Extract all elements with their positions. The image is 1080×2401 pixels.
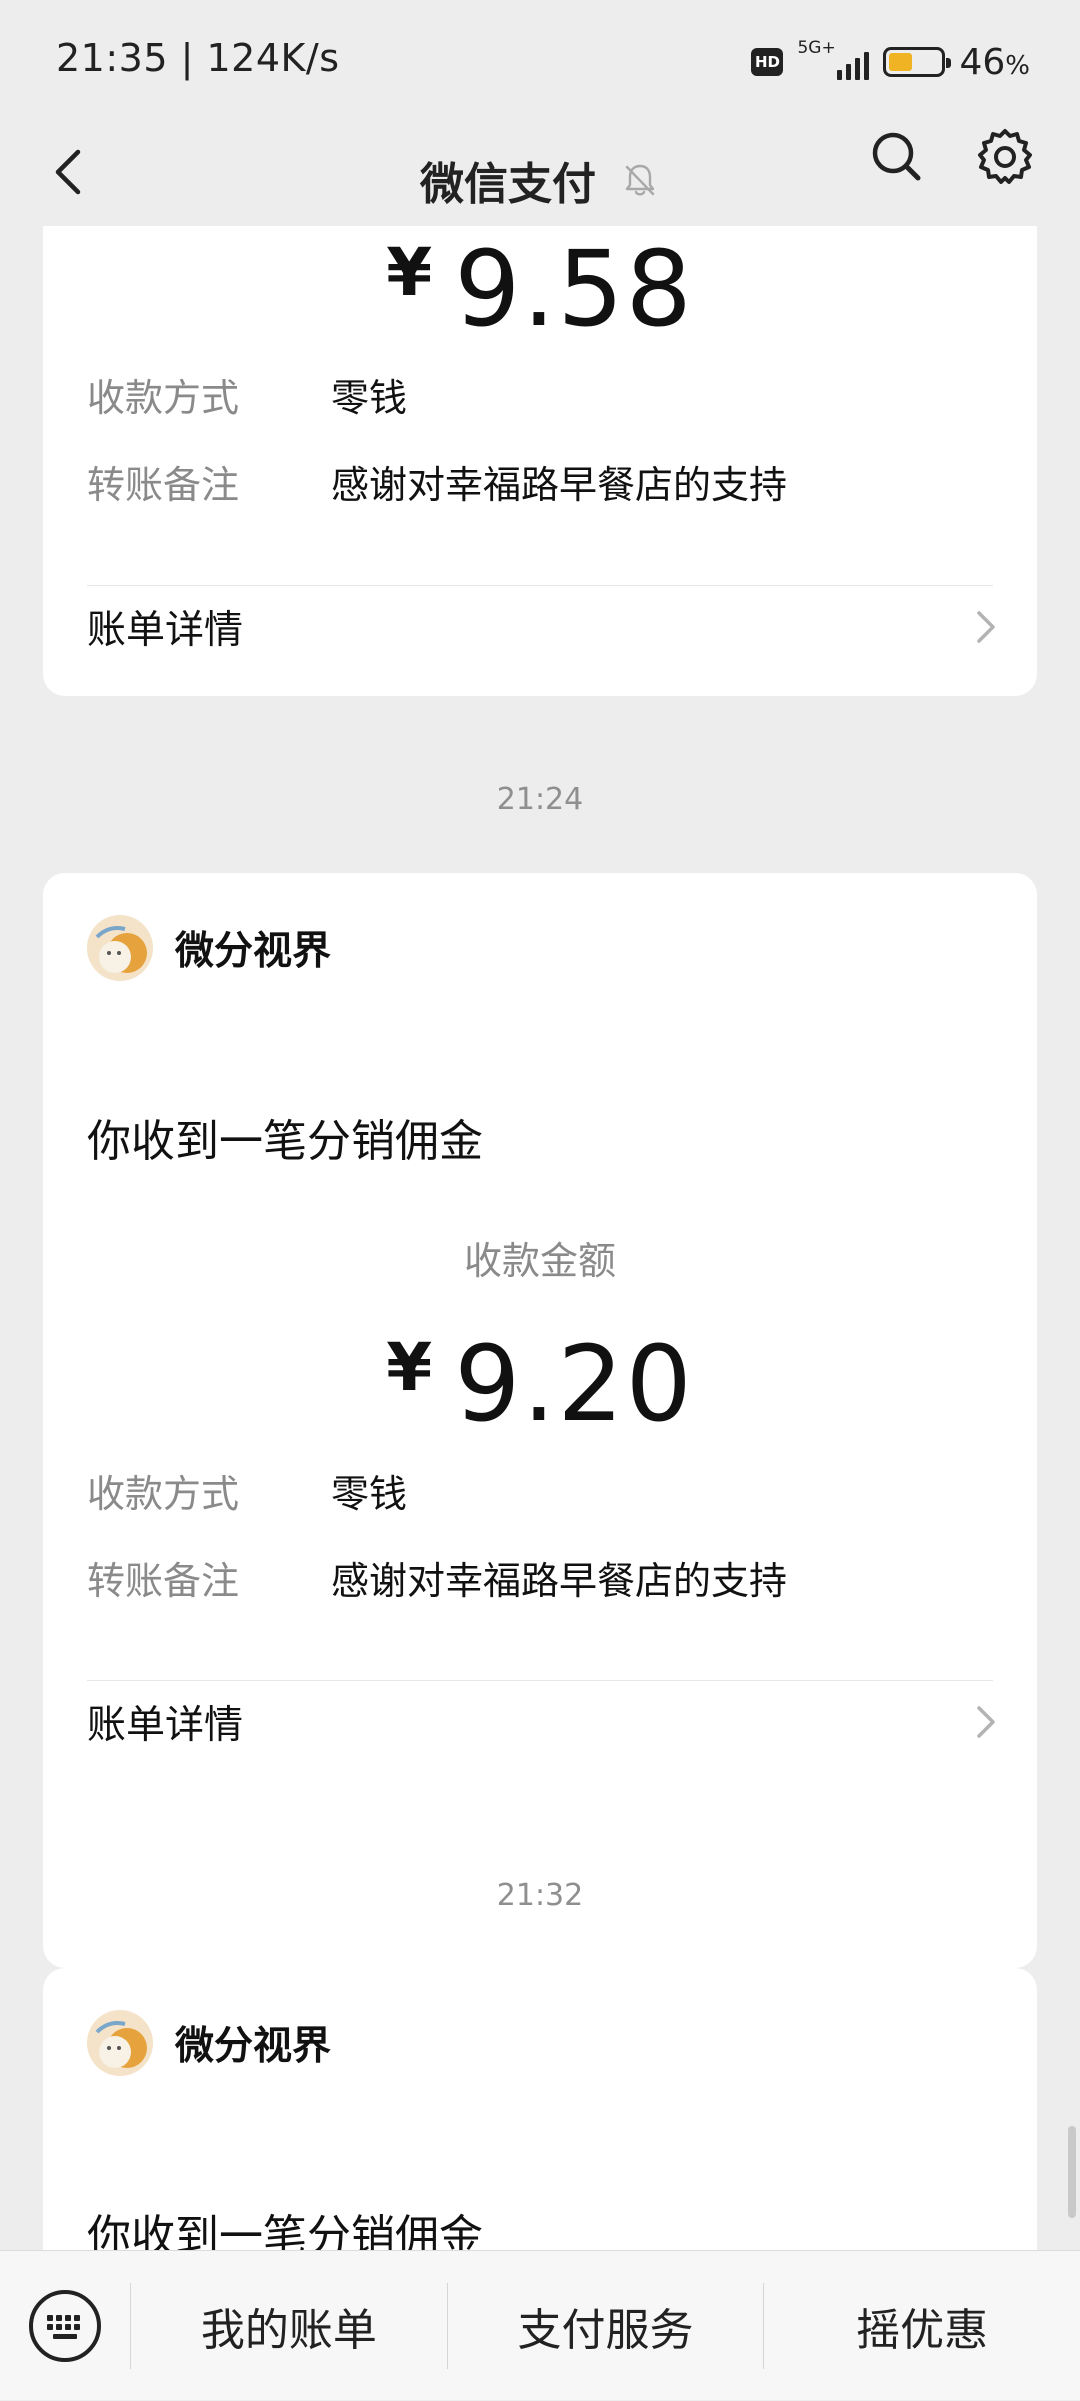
merchant-name: 微分视界 (175, 2024, 332, 2069)
message-list[interactable]: ¥9.58 收款方式 零钱 转账备注 感谢对幸福路早餐店的支持 账单详情 21:… (0, 226, 1080, 2250)
tab-my-bills[interactable]: 我的账单 (131, 2251, 447, 2401)
tab-payment-services[interactable]: 支付服务 (448, 2251, 764, 2401)
divider (87, 1680, 993, 1681)
transfer-note-row: 转账备注 感谢对幸福路早餐店的支持 (87, 462, 788, 507)
status-indicators: HD 5G+ 46% (751, 38, 1030, 86)
tab-shake-offers[interactable]: 摇优惠 (764, 2251, 1080, 2401)
transfer-note-row: 转账备注 感谢对幸福路早餐店的支持 (87, 1558, 788, 1603)
keyboard-toggle-button[interactable] (0, 2251, 130, 2401)
avatar (87, 915, 153, 981)
message-title: 你收到一笔分销佣金 (87, 1116, 483, 1167)
amount-value: ¥9.20 (386, 1323, 694, 1445)
merchant-header[interactable]: 微分视界 (87, 2010, 331, 2076)
payment-card: 微分视界 你收到一笔分销佣金 收款金额 ¥9.20 收款方式 零钱 转账备注 感… (43, 873, 1037, 1968)
gear-icon[interactable] (976, 128, 1034, 186)
divider (87, 585, 993, 586)
battery-fill (889, 53, 913, 71)
hd-badge: HD (751, 48, 784, 76)
bill-detail-link[interactable]: 账单详情 (87, 592, 1001, 662)
message-time: 21:24 (496, 782, 584, 817)
amount-value: ¥9.58 (386, 228, 694, 350)
payment-card: 微分视界 你收到一笔分销佣金 (43, 1968, 1037, 2250)
bill-detail-link[interactable]: 账单详情 (87, 1687, 1001, 1757)
scrollbar[interactable] (1068, 2126, 1076, 2218)
battery-icon (883, 47, 952, 77)
keyboard-icon (29, 2289, 101, 2362)
avatar (87, 2010, 153, 2076)
message-time: 21:32 (496, 1878, 584, 1913)
message-title: 你收到一笔分销佣金 (87, 2211, 483, 2250)
amount-caption: 收款金额 (463, 1239, 616, 1283)
network-type: 5G+ (797, 38, 836, 58)
merchant-header[interactable]: 微分视界 (87, 915, 331, 981)
merchant-name: 微分视界 (175, 929, 332, 974)
status-time: 21:35 | 124K/s (56, 36, 340, 80)
bell-off-icon (625, 164, 655, 196)
chevron-right-icon (977, 1706, 995, 1738)
payment-method-row: 收款方式 零钱 (87, 1471, 408, 1516)
chevron-right-icon (977, 611, 995, 643)
page-title: 微信支付 (420, 159, 596, 210)
payment-card: ¥9.58 收款方式 零钱 转账备注 感谢对幸福路早餐店的支持 账单详情 (43, 226, 1037, 696)
status-bar: 21:35 | 124K/s HD 5G+ 46% (0, 0, 1080, 120)
bottom-tab-bar: 我的账单 支付服务 摇优惠 (0, 2250, 1080, 2400)
search-icon[interactable] (868, 128, 924, 184)
battery-percent: 46% (959, 41, 1030, 83)
signal-icon: 5G+ (797, 38, 870, 82)
payment-method-row: 收款方式 零钱 (87, 375, 408, 420)
